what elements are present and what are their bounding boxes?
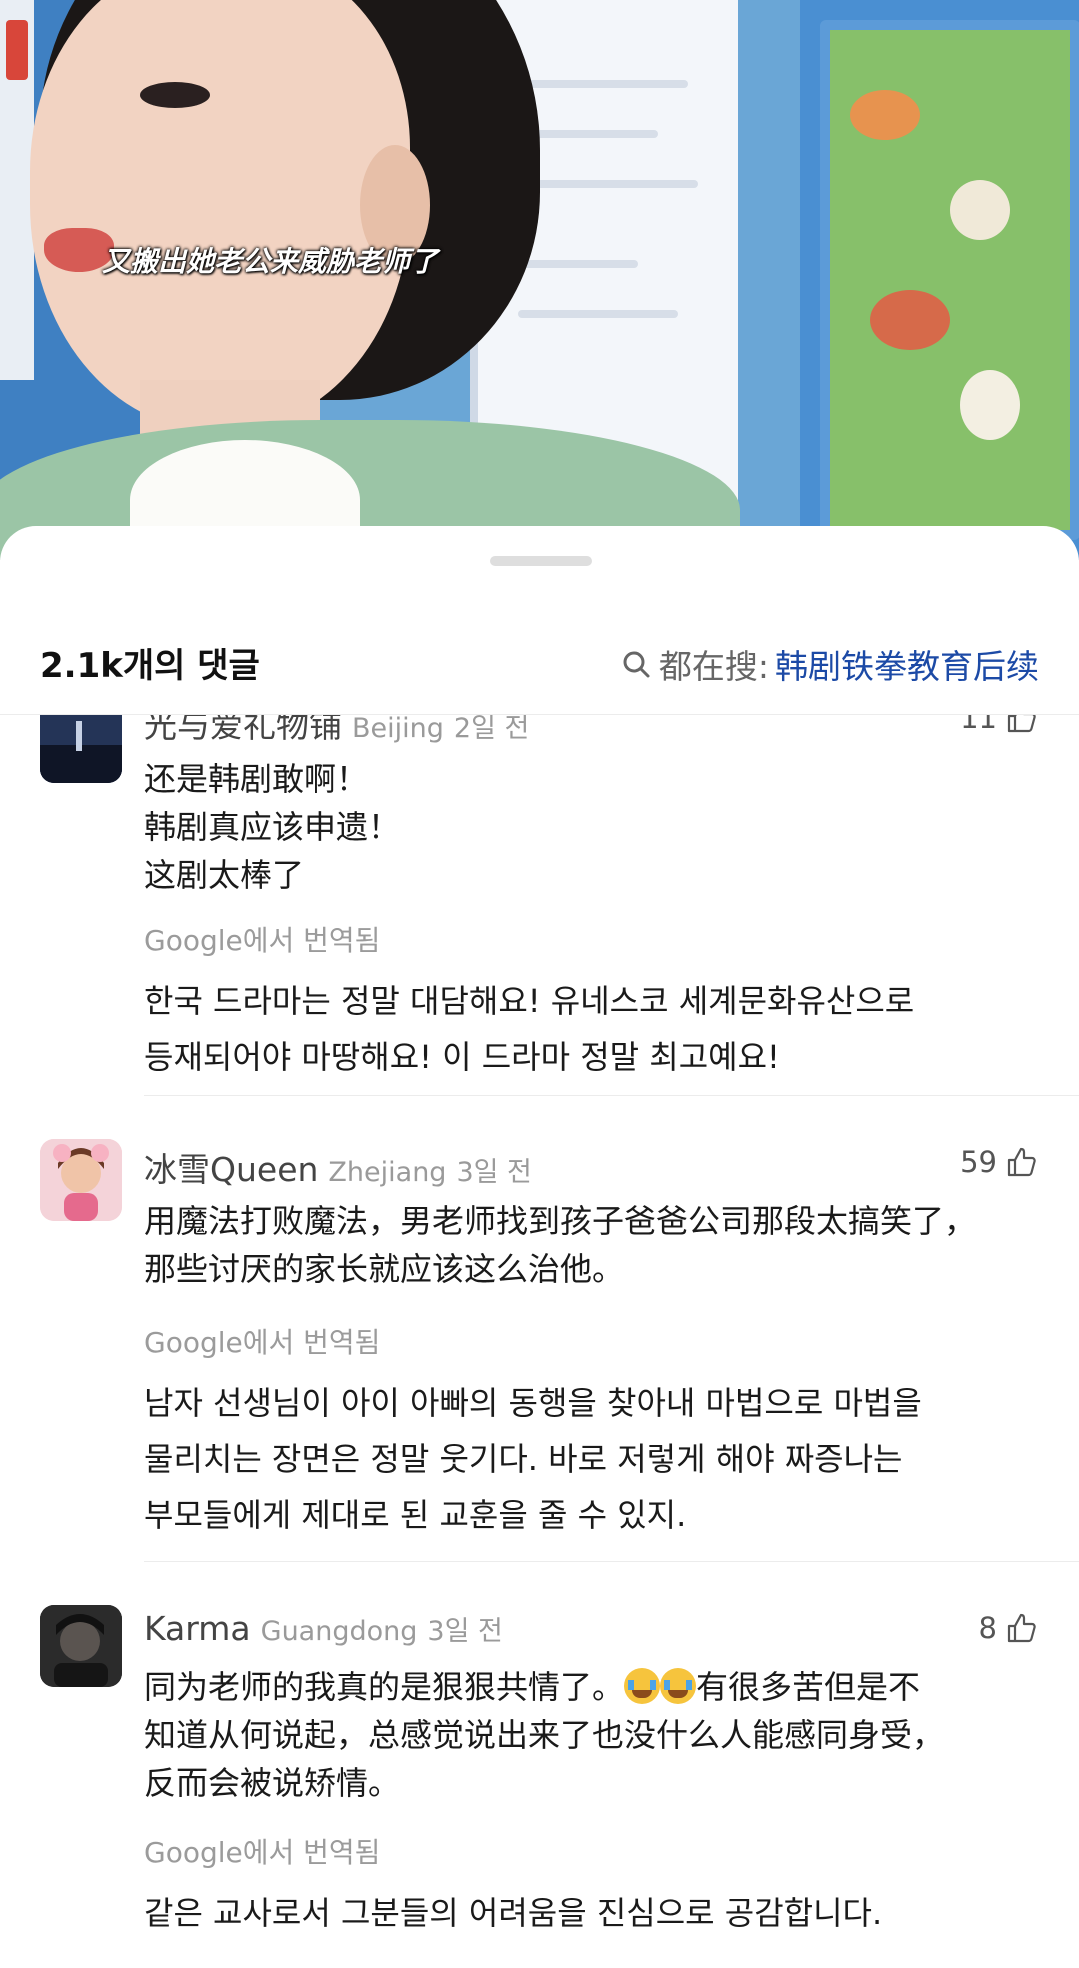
comment-author[interactable]: Karma — [144, 1609, 251, 1648]
comment-time: 3일 전 — [427, 1616, 503, 1647]
like-button[interactable]: 11 — [960, 715, 1037, 735]
avatar[interactable] — [40, 1139, 122, 1221]
person-face — [30, 0, 410, 430]
like-count: 11 — [960, 715, 997, 735]
comment-item: Karma Guangdong 3일 전 8 同为老师的我真的是狠狠共情了。 有很… — [0, 1561, 1079, 1968]
translated-text: 남자 선생님이 아이 아빠의 동행을 찾아내 마법으로 마법을 물리치는 장면은… — [144, 1384, 922, 1534]
translated-text: 한국 드라마는 정말 대담해요! 유네스코 세계문화유산으로 등재되어야 마땅해… — [144, 982, 915, 1076]
video-subtitle: 又搬出她老公来威胁老师了 — [101, 245, 438, 278]
search-suggestion[interactable]: 都在搜: 韩剧铁拳教育后续 — [621, 640, 1039, 688]
search-prefix: 都在搜: — [658, 647, 769, 686]
wall-poster — [820, 20, 1079, 540]
comment-text: 同为老师的我真的是狠狠共情了。 有很多苦但是不 知道从何说起，总感觉说出来了也没什… — [144, 1668, 945, 1802]
thumbs-up-icon — [1007, 715, 1036, 733]
thumbs-up-icon — [1007, 1147, 1036, 1177]
comment-region: Beijing — [352, 715, 444, 744]
comments-header: 2.1k개의 댓글 都在搜: 韩剧铁拳教育后续 — [0, 626, 1079, 715]
comment-region: Guangdong — [260, 1616, 418, 1647]
comment-author[interactable]: 冰雪Queen — [144, 1143, 318, 1191]
comment-count: 2.1k개의 댓글 — [40, 646, 260, 686]
comment-item: 冰雪Queen Zhejiang 3일 전 59 用魔法打败魔法，男老师找到孩子… — [0, 1095, 1079, 1562]
translation-label: Google에서 번역됨 — [144, 1326, 381, 1359]
comments-sheet: 2.1k개의 댓글 都在搜: 韩剧铁拳教育后续 光与爱礼物铺 Beijing 2… — [0, 526, 1079, 1968]
comment-text: 还是韩剧敢啊！ 韩剧真应该申遗！ 这剧太棒了 — [144, 760, 401, 894]
comment-list[interactable]: 光与爱礼物铺 Beijing 2일 전 11 还是韩剧敢啊！ 韩剧真应该申遗！ … — [0, 715, 1079, 1968]
like-button[interactable]: 8 — [979, 1611, 1037, 1645]
search-term-link[interactable]: 韩剧铁拳教育后续 — [775, 640, 1039, 688]
thumbs-up-icon — [1007, 1613, 1036, 1643]
loudly-crying-face-icon — [660, 1668, 697, 1704]
video-player[interactable]: 又搬出她老公来威胁老师了 — [0, 0, 1079, 560]
like-button[interactable]: 59 — [960, 1145, 1037, 1179]
translation-label: Google에서 번역됨 — [144, 924, 381, 957]
like-count: 8 — [978, 1611, 997, 1645]
comment-time: 2일 전 — [453, 715, 530, 744]
avatar[interactable] — [40, 1605, 122, 1687]
translation-label: Google에서 번역됨 — [144, 1836, 381, 1869]
comment-author[interactable]: 光与爱礼物铺 — [144, 715, 342, 747]
comment-text: 用魔法打败魔法，男老师找到孩子爸爸公司那段太搞笑了， 那些讨厌的家长就应该这么治… — [144, 1202, 977, 1288]
like-count: 59 — [960, 1145, 997, 1179]
comment-region: Zhejiang — [328, 1157, 447, 1188]
drag-handle[interactable] — [490, 556, 592, 566]
loudly-crying-face-icon — [624, 1668, 661, 1704]
translated-text: 같은 교사로서 그분들의 어려움을 진심으로 공감합니다. — [144, 1894, 883, 1932]
comment-time: 3일 전 — [456, 1157, 532, 1188]
search-icon — [623, 651, 650, 678]
avatar[interactable] — [40, 715, 122, 783]
comment-item: 光与爱礼物铺 Beijing 2일 전 11 还是韩剧敢啊！ 韩剧真应该申遗！ … — [0, 715, 1079, 1096]
